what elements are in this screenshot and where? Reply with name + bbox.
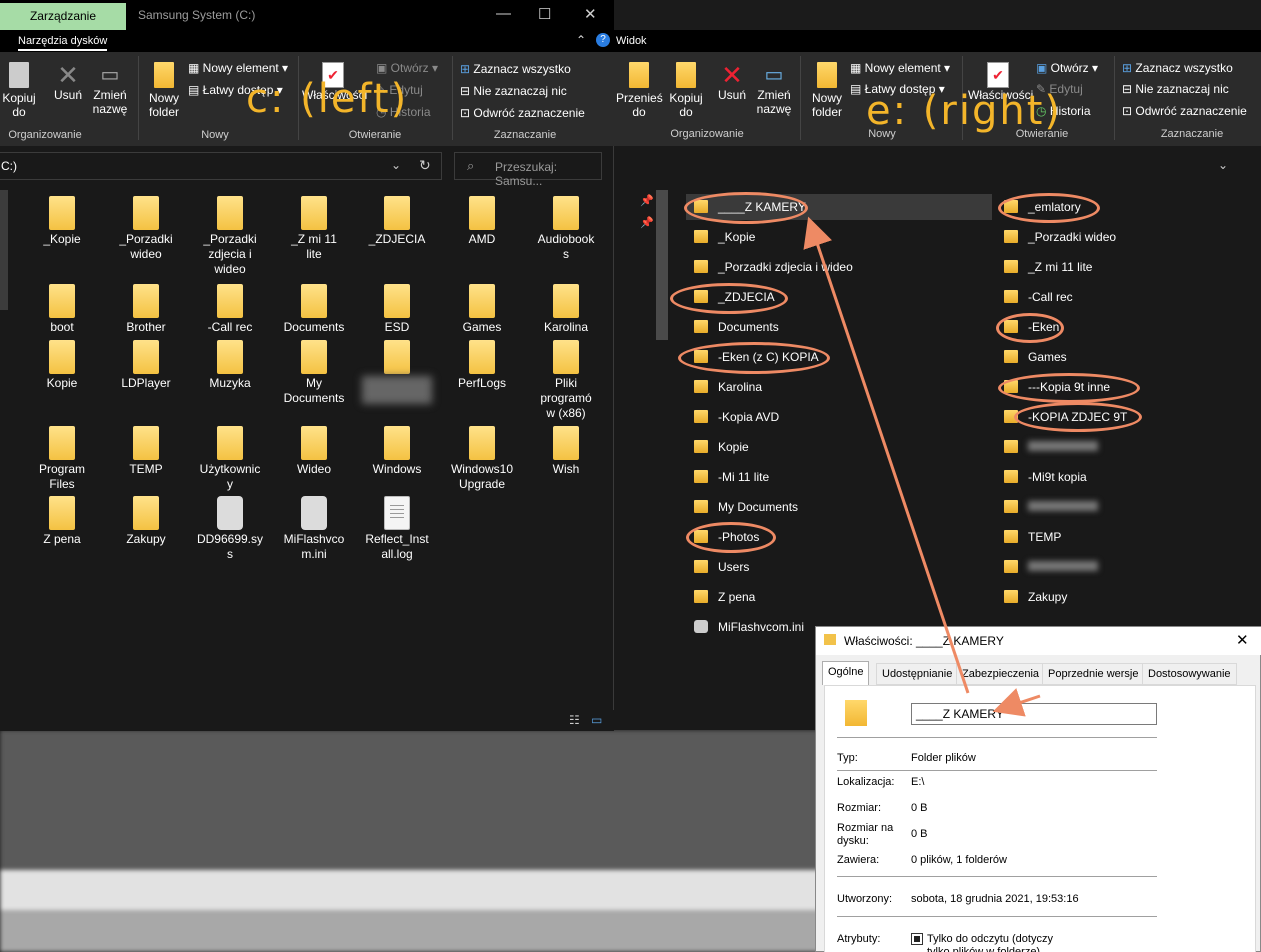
annotation-arrows (803, 216, 1041, 717)
